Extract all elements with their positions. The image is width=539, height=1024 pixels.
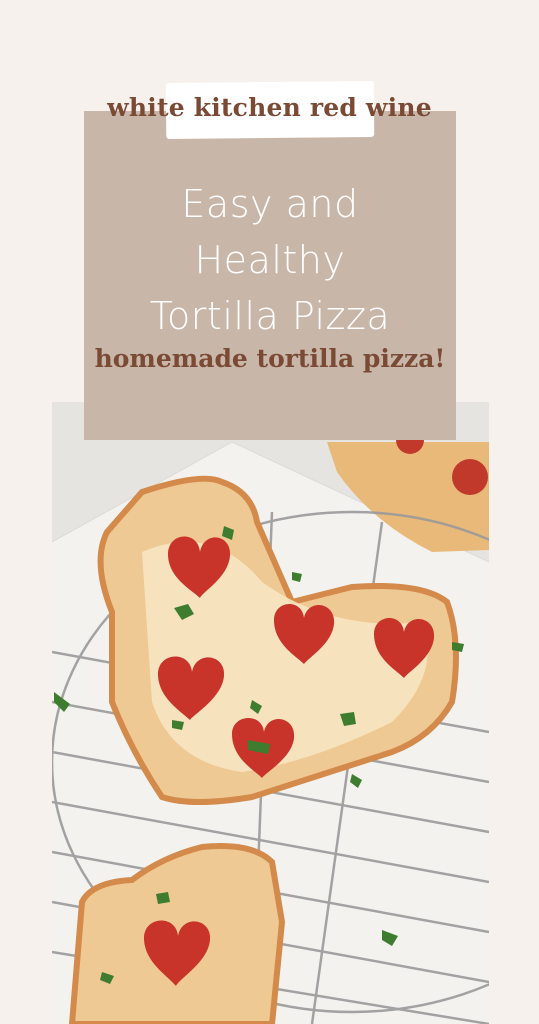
- brand-name: white kitchen red wine: [107, 93, 432, 122]
- pizza-photo-illustration: [52, 402, 489, 1024]
- pizza-photo: [52, 402, 489, 1024]
- headline-line-3: Tortilla Pizza: [149, 294, 391, 338]
- headline-line-2: Healthy: [194, 238, 346, 282]
- headline: Easy and Healthy Tortilla Pizza: [84, 176, 456, 344]
- headline-line-1: Easy and: [181, 182, 359, 226]
- subtitle: homemade tortilla pizza!: [94, 344, 446, 373]
